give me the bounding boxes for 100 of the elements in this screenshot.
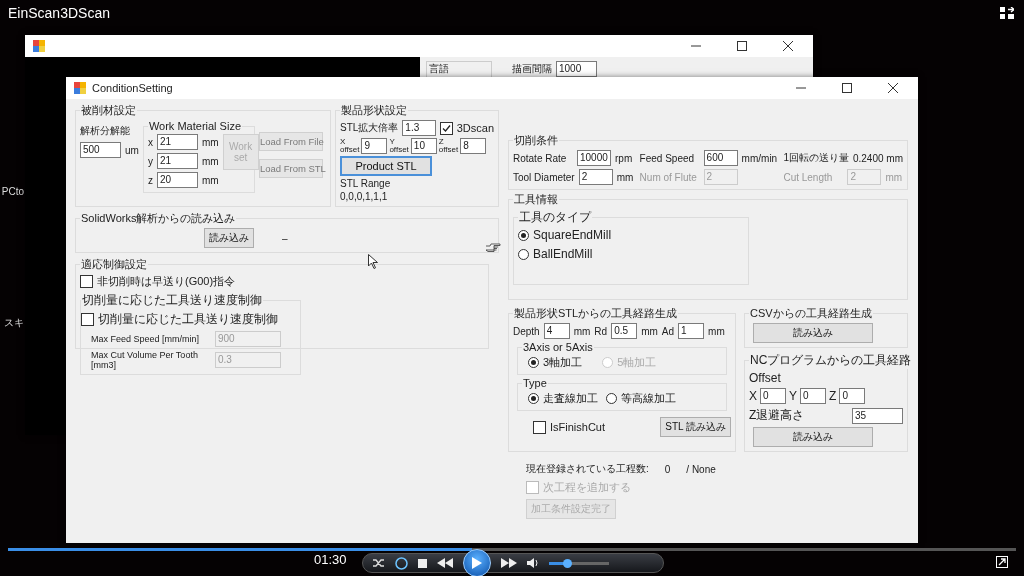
desktop-icon-label[interactable]: スキ	[4, 316, 24, 330]
input-field[interactable]: 1.3	[402, 120, 436, 136]
rewind-icon[interactable]	[437, 558, 453, 568]
unit-label: um	[125, 144, 139, 156]
play-icon	[472, 557, 482, 569]
label: Num of Flute	[639, 171, 698, 183]
radio-label: 5軸加工	[617, 355, 657, 370]
input-field[interactable]: 35	[852, 407, 903, 424]
radio-button[interactable]	[528, 393, 539, 404]
volume-thumb[interactable]	[563, 558, 572, 568]
input-field[interactable]: 1000	[556, 61, 597, 77]
product-stl-button[interactable]: Product STL	[340, 156, 432, 176]
unit-label: mm	[641, 325, 658, 337]
play-button[interactable]	[463, 549, 491, 576]
maximize-icon[interactable]	[842, 83, 852, 93]
unit-label: mm	[616, 171, 634, 183]
input-field[interactable]: 20	[156, 172, 198, 188]
offset-label: X offset	[340, 138, 360, 154]
input-field[interactable]: 0	[760, 388, 786, 404]
offset-label: Y offset	[389, 138, 409, 154]
radio-label: 走査線加工	[543, 391, 598, 406]
close-icon[interactable]	[783, 41, 793, 51]
group-title: Work Material Size	[147, 120, 242, 132]
unit-label: mm	[885, 171, 903, 183]
stl-load-button[interactable]: STL 読み込み	[660, 417, 731, 437]
label: STL Range	[340, 178, 392, 189]
input-field[interactable]: 10	[410, 138, 437, 154]
checkbox-label: 次工程を追加する	[543, 480, 631, 495]
unit-label: mm/min	[741, 152, 778, 164]
input-field[interactable]: 21	[156, 134, 198, 150]
label: Max Feed Speed [mm/min]	[90, 334, 201, 344]
volume-slider[interactable]	[549, 561, 609, 565]
repeat-icon[interactable]	[395, 556, 408, 570]
volume-icon[interactable]	[527, 558, 539, 568]
count-text: 0	[664, 463, 671, 475]
checkbox[interactable]	[80, 275, 93, 288]
stop-icon[interactable]	[418, 558, 427, 568]
value-text: / None	[686, 463, 716, 475]
input-field[interactable]: 500	[80, 142, 121, 158]
input-field[interactable]: 21	[156, 153, 198, 169]
status-text: –	[282, 232, 288, 244]
group-title: Type	[522, 377, 548, 389]
group-title: 被削材設定	[80, 103, 137, 118]
checkbox-label: 切削量に応じた工具送り速度制御	[98, 311, 278, 328]
radio-button[interactable]	[518, 229, 529, 241]
input-field[interactable]: 1	[678, 323, 705, 339]
unit-label: rpm	[615, 152, 633, 164]
fast-forward-icon[interactable]	[501, 558, 517, 568]
range-value: 0,0,0,1,1,1	[340, 191, 389, 202]
group-title: 製品形状STLからの工具経路生成	[513, 306, 679, 321]
input-field[interactable]: 2	[578, 169, 613, 185]
input-field[interactable]: 600	[703, 150, 738, 166]
group-title: NCプログラムからの工具経路	[749, 352, 913, 369]
pointing-hand-icon	[485, 243, 501, 253]
load-button[interactable]: 読み込み	[753, 323, 873, 343]
radio-button[interactable]	[606, 393, 617, 404]
player-title: EinScan3DScan	[8, 5, 110, 21]
radio-label: BallEndMill	[533, 247, 593, 261]
label: Rd	[594, 325, 608, 337]
value-text: 0.2400 mm	[852, 152, 903, 164]
axis-label: z	[147, 174, 153, 186]
checkbox[interactable]	[81, 313, 94, 326]
group-title: 工具のタイプ	[518, 209, 592, 226]
group-title: 工具情報	[513, 192, 559, 207]
label: 現在登録されている工程数:	[526, 462, 649, 476]
axis-label: X	[749, 389, 757, 403]
input-field[interactable]: 8	[460, 138, 487, 154]
load-button[interactable]: 読み込み	[753, 427, 873, 447]
label: Cut Length	[783, 171, 834, 183]
radio-button[interactable]	[528, 357, 539, 368]
radio-button[interactable]	[518, 248, 529, 260]
axis-label: Y	[789, 389, 798, 403]
checkbox-label: 3Dscan	[456, 122, 494, 134]
radio-label: 3軸加工	[543, 355, 583, 370]
checkbox[interactable]	[439, 121, 453, 135]
input-field[interactable]: 0	[800, 388, 827, 404]
app-icon	[33, 40, 45, 52]
group-title: 製品形状設定	[340, 103, 408, 118]
group-title: SolidWorks解析からの読み込み	[80, 211, 237, 226]
input-field[interactable]: 9	[361, 138, 388, 154]
mouse-pointer-icon	[368, 254, 378, 269]
desktop-icon-label[interactable]: PCto	[1, 186, 24, 197]
maximize-icon[interactable]	[737, 41, 747, 51]
label: 描画間隔	[512, 62, 552, 76]
label: Z退避高さ	[749, 407, 805, 424]
load-button[interactable]: 読み込み	[204, 228, 254, 248]
unit-label: mm	[201, 155, 219, 167]
checkbox[interactable]	[533, 420, 546, 434]
fullscreen-icon[interactable]	[996, 556, 1008, 568]
input-field[interactable]: 0	[839, 388, 866, 404]
unit-label: mm	[201, 136, 219, 148]
input-field[interactable]: 10000	[577, 150, 611, 166]
group-title: 言語	[429, 63, 449, 74]
shuffle-icon[interactable]	[373, 558, 385, 568]
input-field[interactable]: 4	[543, 323, 570, 339]
input-field[interactable]: 0.5	[611, 323, 638, 339]
time-display: 01:30	[314, 552, 347, 567]
group-title: 切削条件	[513, 133, 559, 148]
close-icon[interactable]	[888, 83, 898, 93]
view-switch-icon[interactable]	[1000, 7, 1014, 19]
